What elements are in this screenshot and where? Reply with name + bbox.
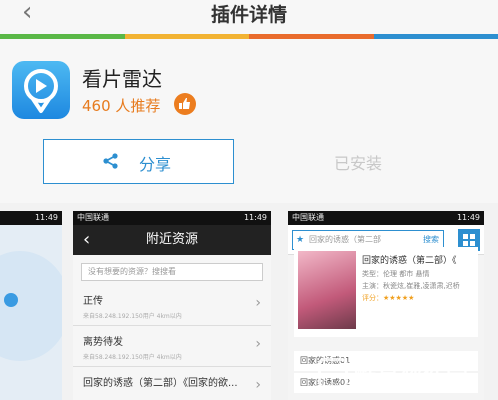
list-item: 离势待发 来自58.248.192.150用户 4km以内 › bbox=[73, 326, 271, 367]
detail-card: 回家的诱惑（第二部）《 类型：伦理 都市 悬情 主演：秋瓷炫,崔雅,凌潇肃,迟桥… bbox=[294, 247, 478, 337]
status-time: 11:49 bbox=[243, 213, 267, 222]
list-item-subtitle: 来自58.248.192.150用户 4km以内 bbox=[83, 354, 182, 361]
list-item-title: 正传 bbox=[83, 296, 103, 307]
status-bar: 中国联通 11:49 bbox=[288, 211, 484, 225]
share-icon bbox=[102, 152, 120, 174]
nav-title: 附近资源 bbox=[145, 232, 198, 247]
back-chevron-icon: ‹ bbox=[83, 229, 91, 250]
list-item: 回家的诱惑（第二部）《回家的欲... › bbox=[73, 367, 271, 400]
screenshot-2[interactable]: 中国联通 11:49 ‹ 附近资源 没有想要的资源？搜搜看 正传 来自58.24… bbox=[73, 211, 271, 400]
action-bar: 分享 已安装 bbox=[0, 125, 498, 203]
status-time: 11:49 bbox=[34, 213, 58, 222]
status-carrier: 中国联通 bbox=[292, 213, 324, 222]
search-text: 回家的诱惑（第二部 bbox=[309, 235, 381, 244]
chevron-right-icon: › bbox=[255, 336, 261, 352]
list-item: 正传 来自58.248.192.150用户 4km以内 › bbox=[73, 285, 271, 326]
detail-title: 回家的诱惑（第二部）《 bbox=[362, 256, 457, 266]
app-info-section: 看片雷达 460 人推荐 bbox=[0, 39, 498, 125]
status-carrier: 中国联通 bbox=[77, 213, 109, 222]
page-title: 插件详情 bbox=[210, 4, 287, 26]
app-name: 看片雷达 bbox=[82, 67, 162, 91]
chevron-right-icon: › bbox=[255, 377, 261, 393]
thumbs-up-icon[interactable] bbox=[174, 93, 196, 115]
nav-bar: ‹ 附近资源 bbox=[73, 225, 271, 255]
top-bar: ‹ 插件详情 bbox=[0, 0, 498, 34]
movie-poster bbox=[298, 251, 356, 329]
status-bar: 11:49 bbox=[0, 211, 62, 225]
installed-status: 已安装 bbox=[334, 154, 383, 173]
site-watermark: 酷易软件园 bbox=[318, 354, 494, 394]
list-item-title: 回家的诱惑（第二部）《回家的欲... bbox=[83, 378, 238, 389]
status-bar: 中国联通 11:49 bbox=[73, 211, 271, 225]
screenshot-1[interactable]: 11:49 bbox=[0, 211, 62, 400]
list-item-subtitle: 来自58.248.192.150用户 4km以内 bbox=[83, 313, 182, 320]
watermark-logo-icon bbox=[318, 358, 348, 388]
detail-rating: 评分：★★★★★ bbox=[362, 294, 415, 302]
status-time: 11:49 bbox=[456, 213, 480, 222]
search-input: 没有想要的资源？搜搜看 bbox=[81, 263, 263, 281]
recommend-count: 460 人推荐 bbox=[82, 97, 161, 115]
list-item-title: 离势待发 bbox=[83, 337, 123, 348]
share-button[interactable]: 分享 bbox=[43, 139, 234, 184]
location-pin-icon bbox=[4, 293, 18, 307]
chevron-right-icon: › bbox=[255, 295, 261, 311]
radar-pin-icon bbox=[12, 61, 70, 119]
detail-type: 类型：伦理 都市 悬情 bbox=[362, 270, 430, 278]
watermark-text: 酷易软件园 bbox=[354, 364, 470, 389]
share-button-label: 分享 bbox=[139, 155, 172, 174]
detail-cast: 主演：秋瓷炫,崔雅,凌潇肃,迟桥 bbox=[362, 282, 460, 290]
